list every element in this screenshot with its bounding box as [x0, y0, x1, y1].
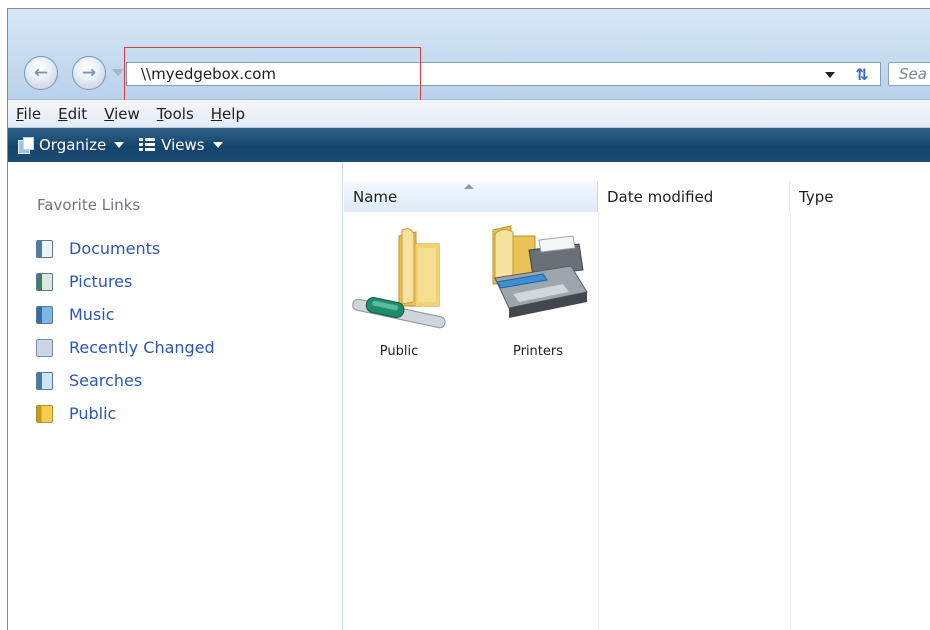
file-item-label: Printers	[512, 344, 564, 359]
favorite-links-heading: Favorite Links	[37, 196, 141, 214]
views-icon	[139, 137, 156, 153]
back-button[interactable]: ←	[24, 56, 58, 90]
search-placeholder: Sea	[899, 65, 927, 83]
pictures-icon	[36, 272, 53, 291]
file-item-label: Public	[379, 344, 419, 359]
fav-link-music[interactable]: Music	[36, 298, 215, 331]
menu-view[interactable]: View	[100, 105, 153, 123]
fav-link-documents[interactable]: Documents	[36, 232, 215, 265]
address-highlight-annotation	[124, 47, 421, 105]
forward-button[interactable]: →	[72, 56, 106, 90]
network-share-folder-icon	[352, 228, 446, 329]
navigation-pane: Favorite Links Documents Pictures Music …	[8, 162, 343, 630]
fav-link-pictures[interactable]: Pictures	[36, 265, 215, 298]
documents-icon	[36, 239, 53, 258]
menu-edit[interactable]: Edit	[54, 105, 100, 123]
file-item-printers[interactable]: Printers	[483, 222, 593, 362]
column-header-name[interactable]: Name	[344, 182, 598, 212]
column-header-row: Name Date modified Type	[344, 182, 930, 212]
organize-dropdown-icon	[114, 142, 125, 148]
fav-link-searches[interactable]: Searches	[36, 364, 215, 397]
menu-file[interactable]: File	[12, 105, 54, 123]
forward-arrow-icon: →	[81, 63, 97, 83]
searches-icon	[36, 371, 53, 390]
search-input[interactable]: Sea	[888, 62, 930, 86]
public-folder-icon	[36, 404, 53, 423]
recent-pages-dropdown-icon[interactable]	[112, 69, 124, 76]
views-dropdown-icon	[212, 142, 223, 148]
column-divider	[598, 212, 599, 630]
fav-link-public[interactable]: Public	[36, 397, 215, 430]
column-divider	[790, 212, 791, 630]
refresh-icon: ⇅	[855, 64, 869, 84]
command-bar: Organize Views	[8, 128, 930, 162]
address-bar-area: ← → \\myedgebox.com ⇅ Sea	[8, 9, 930, 105]
menu-tools[interactable]: Tools	[153, 105, 207, 123]
favorite-links-list: Documents Pictures Music Recently Change…	[36, 232, 215, 430]
file-item-public[interactable]: Public	[344, 222, 454, 362]
address-dropdown-icon[interactable]	[825, 72, 835, 78]
recently-changed-icon	[36, 338, 53, 357]
menu-help[interactable]: Help	[207, 105, 258, 123]
organize-button[interactable]: Organize	[17, 136, 125, 154]
file-list-view: Name Date modified Type Public Printers	[344, 162, 930, 630]
sort-ascending-icon	[464, 184, 474, 189]
menu-bar: File Edit View Tools Help	[8, 100, 930, 128]
column-header-type[interactable]: Type	[790, 182, 930, 212]
back-arrow-icon: ←	[33, 63, 49, 83]
column-header-date-modified[interactable]: Date modified	[598, 182, 790, 212]
music-icon	[36, 305, 53, 324]
views-button[interactable]: Views	[139, 136, 223, 154]
refresh-button[interactable]: ⇅	[844, 62, 880, 86]
fav-link-recently-changed[interactable]: Recently Changed	[36, 331, 215, 364]
explorer-window: ← → \\myedgebox.com ⇅ Sea File Edit View…	[7, 8, 930, 630]
printers-folder-icon	[492, 225, 588, 318]
organize-icon	[17, 137, 34, 154]
